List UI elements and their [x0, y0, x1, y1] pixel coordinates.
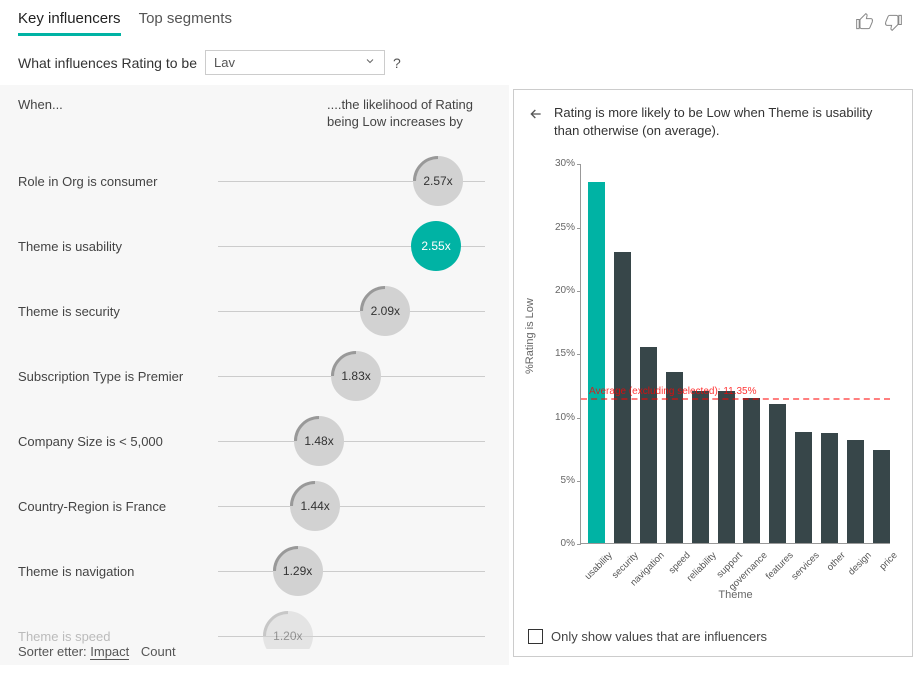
sort-count[interactable]: Count — [141, 644, 176, 659]
influencer-label: Theme is security — [18, 304, 218, 319]
detail-summary: Rating is more likely to be Low when The… — [554, 104, 898, 140]
influencer-bubble[interactable]: 1.29x — [273, 546, 323, 596]
influencer-bubble[interactable]: 1.48x — [294, 416, 344, 466]
tab-key-influencers[interactable]: Key influencers — [18, 10, 121, 36]
influencer-bubble[interactable]: 2.55x — [411, 221, 461, 271]
chart-bar[interactable] — [640, 347, 657, 543]
chart-bar[interactable] — [821, 433, 838, 543]
dropdown-value: Lav — [214, 55, 235, 70]
influencer-label: Company Size is < 5,000 — [18, 434, 218, 449]
y-tick: 25% — [543, 222, 575, 233]
back-arrow-icon[interactable] — [528, 104, 544, 127]
influencer-track: 1.29x — [218, 571, 485, 572]
chart-bar[interactable] — [847, 440, 864, 544]
influencer-label: Subscription Type is Premier — [18, 369, 218, 384]
header-when: When... — [18, 97, 228, 131]
y-tick: 10% — [543, 412, 575, 423]
chevron-down-icon — [364, 55, 376, 70]
influencer-label: Theme is speed — [18, 629, 218, 644]
influencer-row[interactable]: Company Size is < 5,0001.48x — [18, 409, 497, 474]
y-axis-label: %Rating is Low — [524, 299, 536, 375]
influencer-bubble[interactable]: 2.57x — [413, 156, 463, 206]
sort-impact[interactable]: Impact — [90, 644, 129, 660]
thumbs-down-icon[interactable] — [883, 12, 903, 35]
influencer-list: Role in Org is consumer2.57xTheme is usa… — [18, 149, 497, 649]
only-influencers-checkbox[interactable] — [528, 629, 543, 644]
influencer-track: 1.48x — [218, 441, 485, 442]
influencer-track: 1.44x — [218, 506, 485, 507]
influencer-value: 2.55x — [421, 239, 450, 253]
chart-bar[interactable] — [588, 182, 605, 543]
tab-top-segments[interactable]: Top segments — [139, 10, 232, 36]
chart-bar[interactable] — [769, 404, 786, 543]
influencer-label: Country-Region is France — [18, 499, 218, 514]
influencer-track: 2.57x — [218, 181, 485, 182]
sort-label: Sorter etter: — [18, 644, 87, 659]
tabs: Key influencers Top segments — [18, 10, 232, 36]
average-line: Average (excluding selected): 11.35% — [581, 398, 890, 400]
chart-plot: Theme 0%5%10%15%20%25%30%usabilitysecuri… — [580, 164, 890, 544]
influencer-row[interactable]: Theme is usability2.55x — [18, 214, 497, 279]
influencer-row[interactable]: Country-Region is France1.44x — [18, 474, 497, 539]
y-tick: 5% — [543, 475, 575, 486]
sort-row: Sorter etter: Impact Count — [18, 644, 176, 659]
average-label: Average (excluding selected): 11.35% — [589, 386, 757, 397]
chart: %Rating is Low Theme 0%5%10%15%20%25%30%… — [528, 154, 898, 594]
influencer-label: Theme is usability — [18, 239, 218, 254]
y-tick: 0% — [543, 538, 575, 549]
influencer-bubble[interactable]: 1.83x — [331, 351, 381, 401]
chart-bar[interactable] — [873, 450, 890, 544]
value-dropdown[interactable]: Lav — [205, 50, 385, 75]
influencers-panel: When... ....the likelihood of Rating bei… — [0, 85, 509, 665]
y-tick: 30% — [543, 158, 575, 169]
influencer-row[interactable]: Theme is navigation1.29x — [18, 539, 497, 604]
influencer-row[interactable]: Theme is speed1.20x — [18, 604, 497, 649]
chart-bar[interactable] — [795, 432, 812, 543]
influencer-bubble[interactable]: 1.20x — [263, 611, 313, 649]
influencer-row[interactable]: Theme is security2.09x — [18, 279, 497, 344]
header-likelihood: ....the likelihood of Rating being Low i… — [327, 97, 497, 131]
influencer-track: 1.20x — [218, 636, 485, 637]
influencer-track: 2.09x — [218, 311, 485, 312]
influencer-bubble[interactable]: 1.44x — [290, 481, 340, 531]
chart-bar[interactable] — [692, 391, 709, 543]
help-icon[interactable]: ? — [393, 55, 401, 71]
influencer-track: 1.83x — [218, 376, 485, 377]
influencer-row[interactable]: Subscription Type is Premier1.83x — [18, 344, 497, 409]
influencer-row[interactable]: Role in Org is consumer2.57x — [18, 149, 497, 214]
detail-panel: Rating is more likely to be Low when The… — [513, 89, 913, 657]
y-tick: 20% — [543, 285, 575, 296]
influencer-bubble[interactable]: 2.09x — [360, 286, 410, 336]
y-tick: 15% — [543, 348, 575, 359]
chart-bar[interactable] — [743, 398, 760, 544]
influencer-track: 2.55x — [218, 246, 485, 247]
influencer-label: Theme is navigation — [18, 564, 218, 579]
thumbs-up-icon[interactable] — [855, 12, 875, 35]
influencer-label: Role in Org is consumer — [18, 174, 218, 189]
only-influencers-label: Only show values that are influencers — [551, 629, 767, 644]
chart-bar[interactable] — [718, 391, 735, 543]
question-label: What influences Rating to be — [18, 55, 197, 71]
